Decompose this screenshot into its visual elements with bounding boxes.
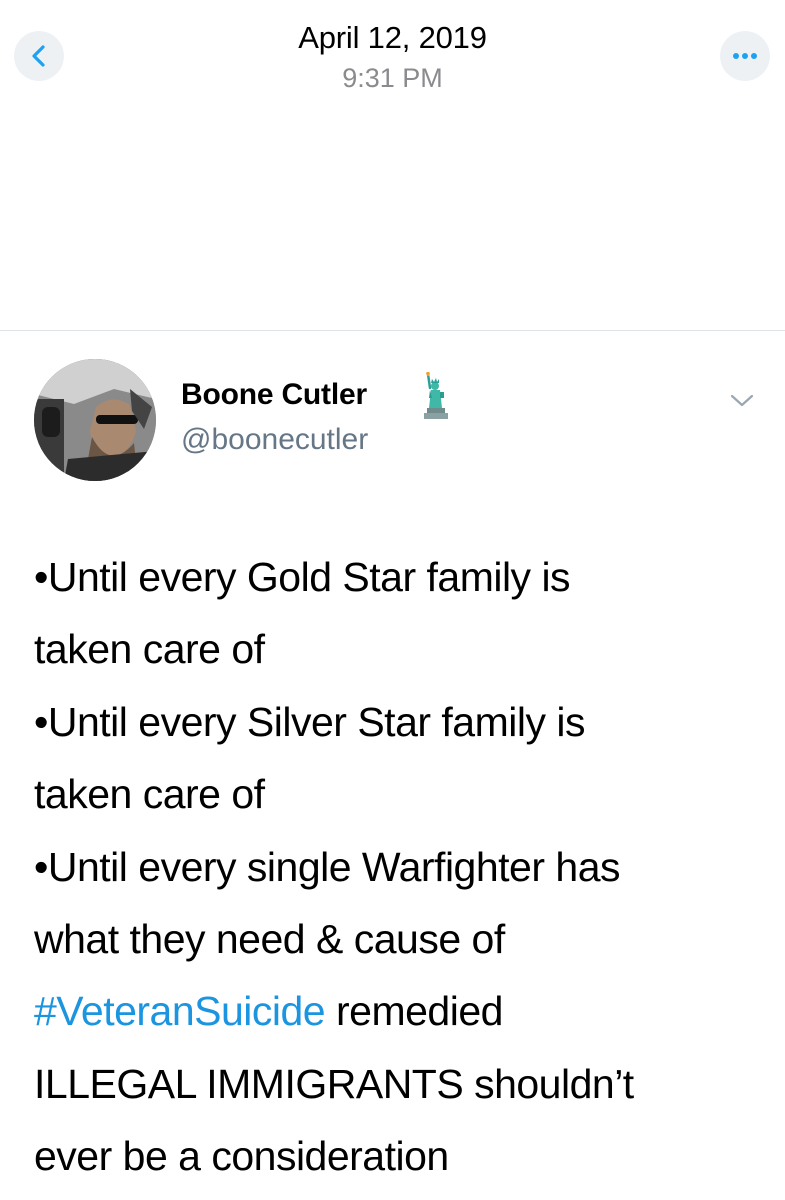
tweet-text: •Until every Gold Star family is taken c… [34, 541, 754, 1193]
tweet-line: #VeteranSuicide remedied [34, 975, 754, 1047]
tweet-line: taken care of [34, 626, 265, 673]
tweet-line: •Until every Gold Star family is [34, 554, 571, 600]
chevron-down-icon[interactable] [727, 391, 757, 409]
hashtag-link[interactable]: #VeteranSuicide [34, 988, 326, 1034]
tweet-line: •Until every Silver Star family is [34, 698, 585, 745]
tweet-line: •Until every single Warfighter has [34, 843, 621, 890]
tweet-line: ever be a consideration [34, 1133, 449, 1180]
more-options-button[interactable] [720, 31, 770, 81]
tweet-line: ILLEGAL IMMIGRANTS shouldn’t [34, 1060, 634, 1107]
tweet-line: what they need & cause of [34, 915, 505, 962]
user-handle[interactable]: @boonecutler [181, 423, 368, 457]
ellipsis-icon [733, 53, 757, 59]
tweet-line: taken care of [34, 771, 265, 818]
timestamp: 9:31 PM [342, 63, 443, 93]
top-bar: April 12, 2019 9:31 PM [0, 0, 785, 331]
tweet-line-rest: remedied [325, 988, 503, 1035]
page-title: April 12, 2019 [298, 20, 487, 55]
avatar[interactable] [34, 359, 156, 481]
statue-of-liberty-icon [424, 372, 448, 419]
header-divider [0, 330, 785, 331]
display-name[interactable]: Boone Cutler [181, 378, 367, 412]
avatar-photo [34, 359, 156, 481]
